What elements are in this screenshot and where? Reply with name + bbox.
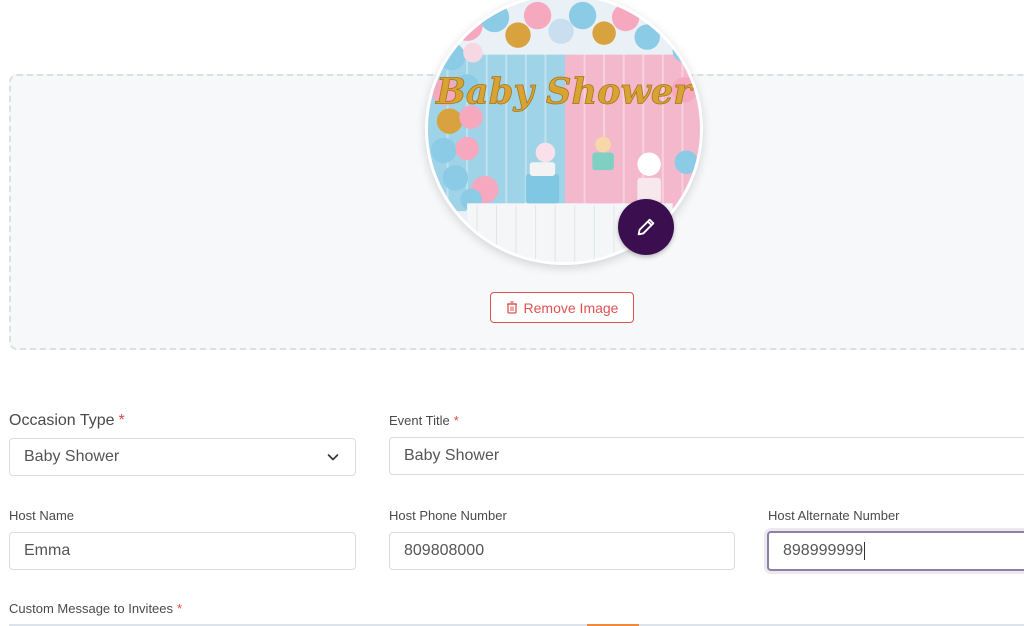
host-name-value: Emma: [24, 542, 71, 559]
remove-image-button[interactable]: Remove Image: [490, 292, 634, 323]
text-cursor: [864, 542, 866, 560]
pencil-icon: [637, 218, 655, 236]
event-title-label-text: Event Title: [389, 413, 450, 428]
host-phone-value: 809808000: [404, 542, 485, 559]
remove-image-label: Remove Image: [523, 299, 619, 316]
host-alt-input[interactable]: 898999999: [767, 531, 1024, 571]
host-phone-label: Host Phone Number: [389, 508, 507, 523]
event-title-value: Baby Shower: [404, 447, 500, 464]
custom-message-label: Custom Message to Invitees *: [9, 601, 182, 616]
required-mark: *: [177, 601, 183, 616]
host-name-label: Host Name: [9, 508, 75, 523]
occasion-type-value: Baby Shower: [24, 448, 120, 465]
required-mark: *: [118, 412, 125, 429]
occasion-type-label: Occasion Type *: [9, 412, 125, 430]
chevron-down-icon: [327, 454, 339, 461]
event-title-label: Event Title *: [389, 413, 459, 428]
host-alt-label: Host Alternate Number: [768, 508, 900, 523]
host-alt-value: 898999999: [783, 542, 864, 559]
trash-icon: [506, 301, 517, 314]
occasion-type-select[interactable]: Baby Shower: [9, 438, 356, 476]
custom-message-label-text: Custom Message to Invitees: [9, 601, 174, 616]
edit-image-button[interactable]: [618, 199, 674, 255]
event-form-page: Baby Shower Remove Image Occasion Type *…: [0, 0, 1024, 626]
occasion-type-label-text: Occasion Type: [9, 412, 115, 429]
image-caption-text: Baby Shower: [435, 72, 694, 113]
host-name-input[interactable]: Emma: [9, 532, 356, 570]
host-phone-input[interactable]: 809808000: [389, 532, 735, 570]
event-title-input[interactable]: Baby Shower: [389, 437, 1024, 475]
required-mark: *: [453, 413, 459, 428]
